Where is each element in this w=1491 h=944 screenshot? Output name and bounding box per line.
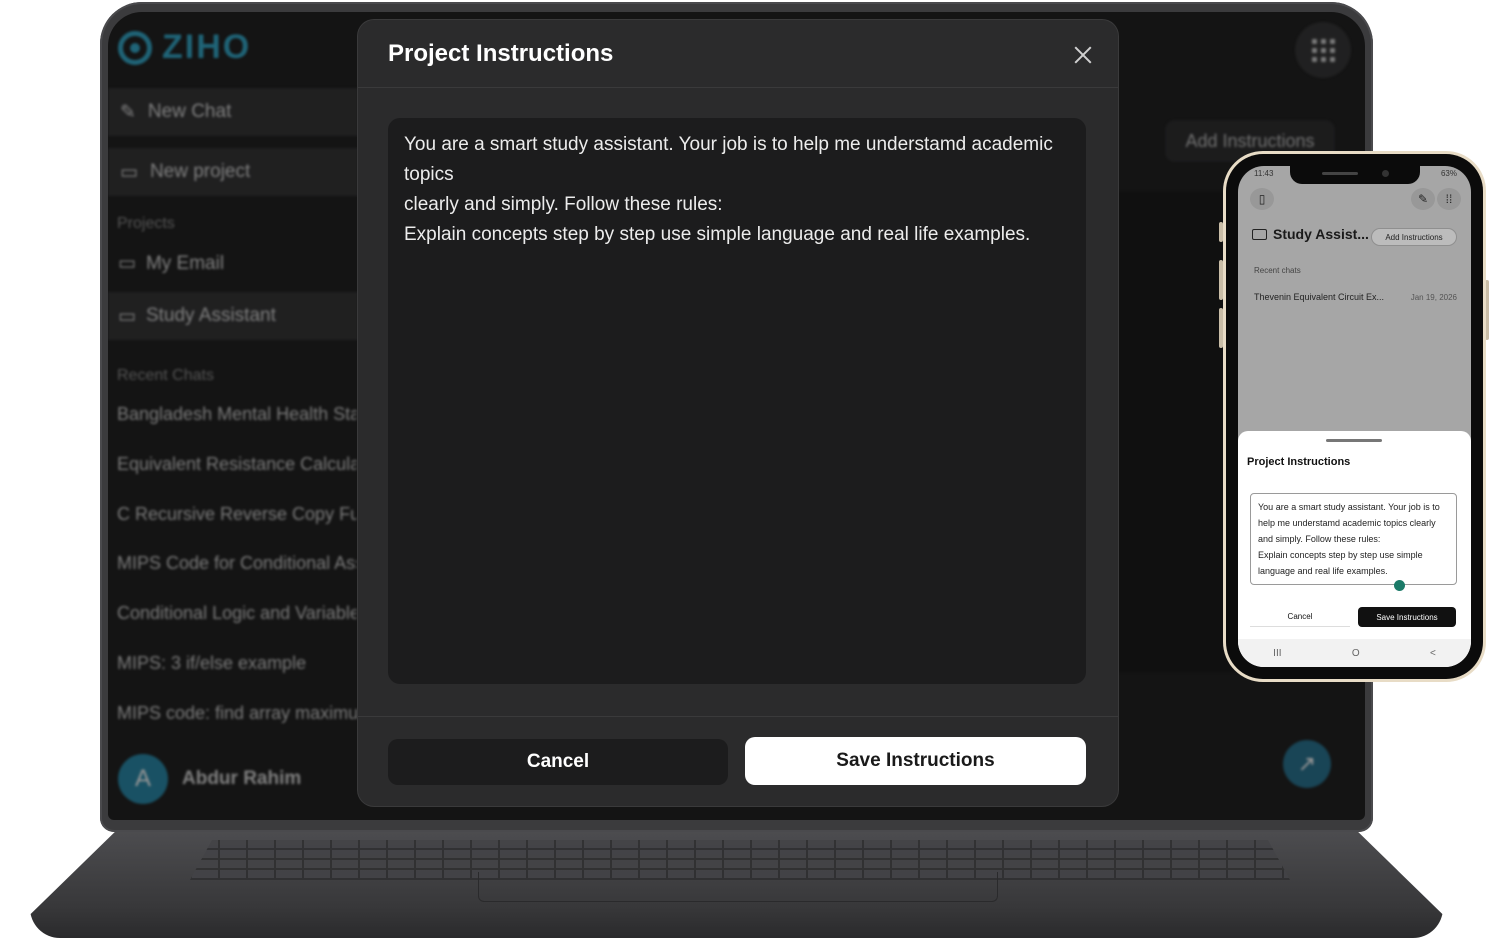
recent-chat-item[interactable]: MIPS: 3 if/else example [117, 653, 357, 674]
new-project-label: New project [149, 161, 251, 182]
recents-nav-icon[interactable]: III [1273, 648, 1281, 659]
drag-handle[interactable] [1326, 439, 1382, 442]
recent-chat-item[interactable]: MIPS code: find array maximum [117, 703, 357, 724]
project-instructions-modal: Project Instructions You are a smart stu… [358, 20, 1118, 806]
android-nav-bar: III O < [1238, 639, 1471, 667]
sheet-title: Project Instructions [1247, 456, 1351, 468]
new-project-button[interactable]: ▭ New project [108, 148, 358, 196]
recent-chat-item[interactable]: MIPS Code for Conditional Ass [117, 553, 357, 574]
save-instructions-button[interactable]: Save Instructions [1358, 607, 1456, 627]
folder-icon [1252, 228, 1267, 240]
cancel-button[interactable]: Cancel [1250, 607, 1350, 627]
avatar: A [118, 754, 168, 804]
instructions-bottom-sheet: Project Instructions You are a smart stu… [1238, 431, 1471, 667]
phone-frame: 11:43 63% ▯ ✎ ⁞⁞ Study Assist... Add Ins… [1223, 151, 1486, 682]
recent-chats-label: Recent chats [1254, 266, 1301, 275]
project-item-my-email[interactable]: ▭ My Email [118, 252, 224, 275]
project-header: Study Assist... [1252, 226, 1369, 242]
folder-icon: ▭ [118, 253, 136, 274]
new-chat-label: New Chat [147, 101, 232, 122]
project-item-study-assistant[interactable]: ▭ Study Assistant [108, 292, 358, 340]
grid-icon[interactable]: ⁞⁞ [1437, 188, 1461, 210]
close-icon[interactable] [1074, 46, 1092, 64]
brand-icon [118, 30, 152, 65]
folder-icon: ▭ [118, 305, 136, 327]
sidebar-toggle-icon[interactable]: ▯ [1250, 188, 1274, 210]
user-name: Abdur Rahim [182, 768, 302, 789]
instructions-textarea[interactable]: You are a smart study assistant. Your jo… [388, 118, 1086, 684]
edit-icon: ✎ [120, 101, 136, 123]
recent-chat-item[interactable]: C Recursive Reverse Copy Func [117, 504, 357, 525]
recent-chat-item[interactable]: Thevenin Equivalent Circuit Ex... [1254, 292, 1394, 302]
folder-plus-icon: ▭ [120, 161, 138, 183]
modal-header: Project Instructions [358, 20, 1118, 88]
recent-chats-label: Recent Chats [117, 367, 214, 384]
project-label: Study Assistant [145, 305, 276, 326]
edit-icon[interactable]: ✎ [1411, 188, 1435, 210]
brand-logo: ZIHO [118, 28, 251, 67]
cancel-button[interactable]: Cancel [388, 739, 728, 785]
brand-name: ZIHO [162, 28, 252, 66]
phone-screen: 11:43 63% ▯ ✎ ⁞⁞ Study Assist... Add Ins… [1238, 166, 1471, 667]
text-cursor-handle[interactable] [1394, 580, 1405, 591]
status-time: 11:43 [1254, 169, 1274, 178]
recent-chat-item[interactable]: Equivalent Resistance Calculati [117, 454, 357, 475]
laptop-screen: ZIHO ✎ New Chat ▭ New project Projects ▭… [108, 12, 1365, 820]
modal-title: Project Instructions [388, 39, 614, 67]
send-arrow-button[interactable]: ↗ [1283, 740, 1331, 788]
phone-notch [1290, 166, 1420, 184]
project-title: Study Assist... [1273, 226, 1369, 242]
instructions-textarea[interactable]: You are a smart study assistant. Your jo… [1250, 493, 1457, 585]
phone-bezel: 11:43 63% ▯ ✎ ⁞⁞ Study Assist... Add Ins… [1226, 154, 1483, 679]
add-instructions-button[interactable]: Add Instructions [1371, 228, 1457, 246]
save-instructions-button[interactable]: Save Instructions [745, 737, 1086, 785]
recent-chat-item[interactable]: Conditional Logic and Variable [117, 603, 357, 624]
projects-section-label: Projects [117, 215, 175, 232]
back-nav-icon[interactable]: < [1430, 648, 1436, 659]
new-chat-button[interactable]: ✎ New Chat [108, 88, 358, 136]
home-nav-icon[interactable]: O [1352, 648, 1360, 659]
apps-grid-button[interactable] [1295, 22, 1351, 78]
recent-chat-item[interactable]: Bangladesh Mental Health Stat [117, 404, 357, 425]
laptop-trackpad [478, 872, 998, 902]
project-label: My Email [145, 252, 225, 274]
user-profile[interactable]: A Abdur Rahim [118, 754, 301, 804]
chat-date: Jan 19, 2026 [1410, 293, 1457, 302]
status-battery: 63% [1440, 169, 1457, 178]
modal-footer: Cancel Save Instructions [358, 716, 1118, 806]
grid-icon [1311, 38, 1335, 62]
